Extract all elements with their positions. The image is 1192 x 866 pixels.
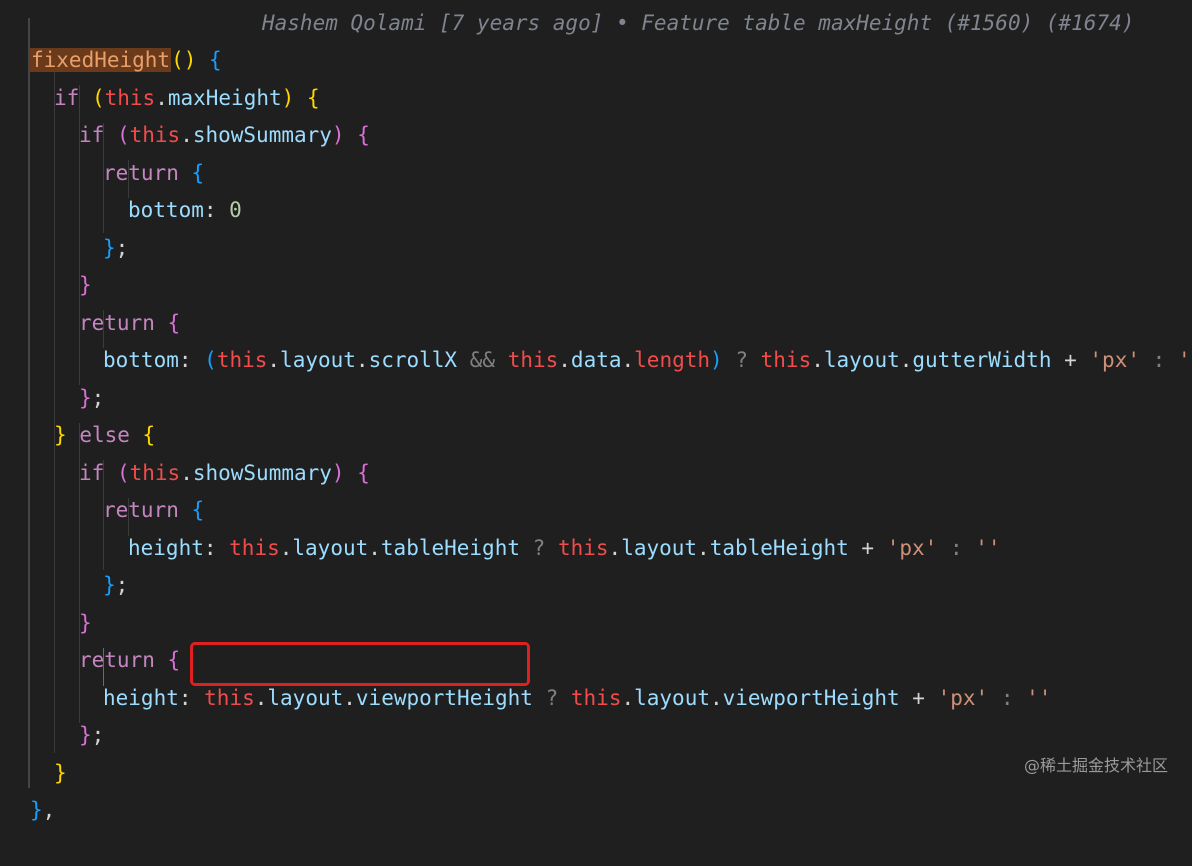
code-line[interactable]: }; [0, 530, 1192, 597]
git-blame-annotation: Hashem Qolami [7 years ago] • Feature ta… [262, 11, 1135, 35]
code-line[interactable]: } [0, 718, 1192, 785]
code-line[interactable]: }; [0, 343, 1192, 410]
code-line[interactable]: } [0, 230, 1192, 297]
code-line[interactable]: } [0, 568, 1192, 635]
code-line[interactable]: return { [0, 118, 1192, 185]
code-line[interactable]: if (this.showSummary) { [0, 80, 1192, 147]
code-line[interactable]: }; [0, 193, 1192, 260]
watermark: @稀土掘金技术社区 [1023, 756, 1168, 775]
code-line[interactable]: bottom: (this.layout.scrollX && this.dat… [0, 305, 1192, 372]
code-line[interactable]: return { [0, 268, 1192, 335]
code-line[interactable]: } else { [0, 380, 1192, 447]
code-line[interactable]: bottom: 0 [0, 155, 1192, 222]
code-line[interactable]: }; [0, 680, 1192, 747]
code-line[interactable]: }, [0, 755, 1192, 822]
code-line[interactable]: if (this.showSummary) { [0, 418, 1192, 485]
code-line[interactable]: if (this.maxHeight) { [0, 43, 1192, 110]
highlight-box [190, 642, 530, 686]
code-line[interactable]: height: this.layout.viewportHeight ? thi… [0, 643, 1192, 710]
code-editor[interactable]: fixedHeight() { Hashem Qolami [7 years a… [0, 0, 1192, 822]
code-line[interactable]: height: this.layout.tableHeight ? this.l… [0, 493, 1192, 560]
code-line[interactable]: return { [0, 605, 1192, 672]
code-line[interactable]: return { [0, 455, 1192, 522]
